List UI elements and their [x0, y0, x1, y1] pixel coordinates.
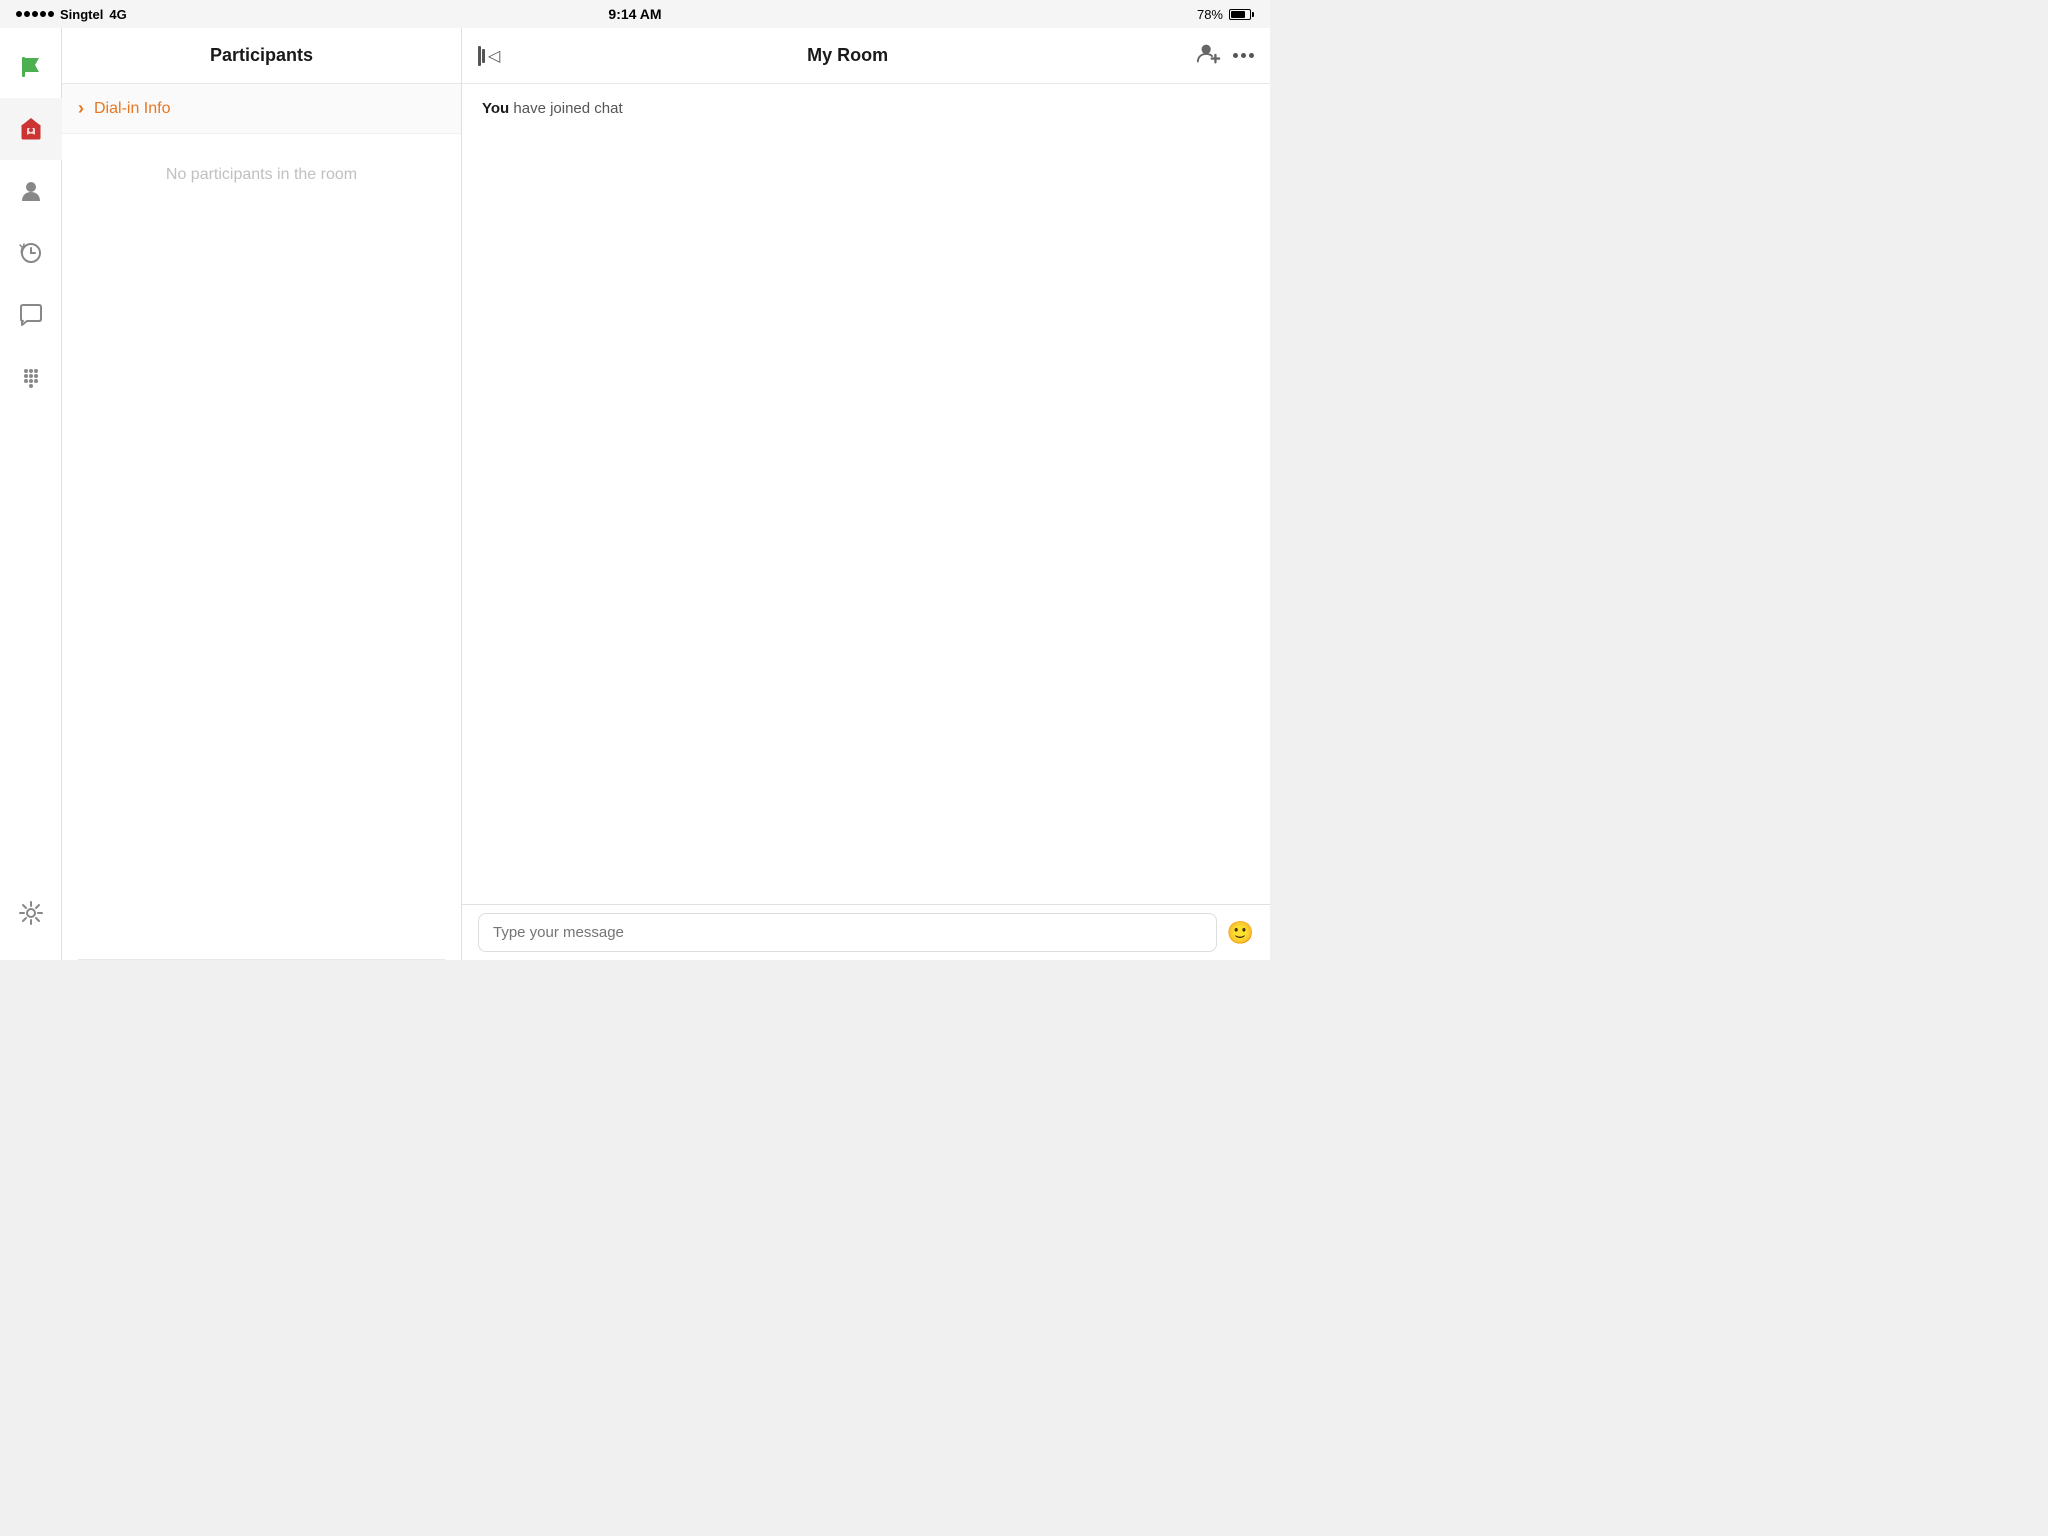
settings-icon — [17, 899, 45, 927]
collapse-icon: ◁ — [478, 46, 500, 66]
status-bar-right: 78% — [1197, 7, 1254, 22]
participants-divider — [78, 959, 445, 960]
chat-header-actions — [1195, 40, 1254, 71]
sidebar — [0, 28, 62, 960]
sidebar-item-chat[interactable] — [0, 284, 62, 346]
sidebar-item-settings[interactable] — [0, 882, 62, 944]
more-options-button[interactable] — [1233, 53, 1254, 58]
network-type: 4G — [109, 7, 126, 22]
dial-in-label: Dial-in Info — [94, 100, 170, 118]
participants-panel: Participants › Dial-in Info No participa… — [62, 28, 462, 960]
no-participants-message: No participants in the room — [62, 134, 461, 216]
home-icon — [17, 115, 45, 143]
participants-title: Participants — [210, 45, 313, 66]
flag-icon — [17, 53, 45, 81]
chat-messages: You have joined chat — [462, 84, 1270, 904]
status-bar-left: Singtel 4G — [16, 7, 127, 22]
chat-icon — [17, 301, 45, 329]
sidebar-item-history[interactable] — [0, 222, 62, 284]
app-container: Participants › Dial-in Info No participa… — [0, 28, 1270, 960]
sidebar-item-flag[interactable] — [0, 36, 62, 98]
history-icon — [17, 239, 45, 267]
dial-in-info-row[interactable]: › Dial-in Info — [62, 84, 461, 134]
add-participant-button[interactable] — [1195, 40, 1221, 71]
chat-input-container: 🙂 — [462, 904, 1270, 960]
sidebar-item-person[interactable] — [0, 160, 62, 222]
participants-content: › Dial-in Info No participants in the ro… — [62, 84, 461, 659]
system-message-rest: have joined chat — [509, 100, 622, 117]
chat-room-title: My Room — [500, 45, 1195, 66]
battery-icon — [1229, 9, 1254, 20]
sidebar-item-home[interactable] — [0, 98, 62, 160]
sidebar-item-dialpad[interactable] — [0, 346, 62, 408]
participants-header: Participants — [62, 28, 461, 84]
battery-percentage: 78% — [1197, 7, 1223, 22]
emoji-button[interactable]: 🙂 — [1227, 920, 1254, 946]
person-icon — [17, 177, 45, 205]
signal-dots — [16, 11, 54, 17]
chat-message-input[interactable] — [478, 913, 1217, 952]
add-person-icon — [1195, 40, 1221, 66]
carrier-text: Singtel — [60, 7, 103, 22]
system-message-bold: You — [482, 100, 509, 117]
status-bar: Singtel 4G 9:14 AM 78% — [0, 0, 1270, 28]
status-bar-time: 9:14 AM — [608, 6, 661, 22]
dialpad-icon — [17, 363, 45, 391]
chat-header-left: ◁ — [478, 46, 500, 66]
chat-panel: ◁ My Room — [462, 28, 1270, 960]
system-message: You have joined chat — [482, 100, 1250, 117]
dial-in-chevron-icon: › — [78, 98, 84, 119]
chat-header: ◁ My Room — [462, 28, 1270, 84]
three-dots-icon — [1233, 53, 1254, 58]
collapse-panel-button[interactable]: ◁ — [478, 46, 500, 66]
